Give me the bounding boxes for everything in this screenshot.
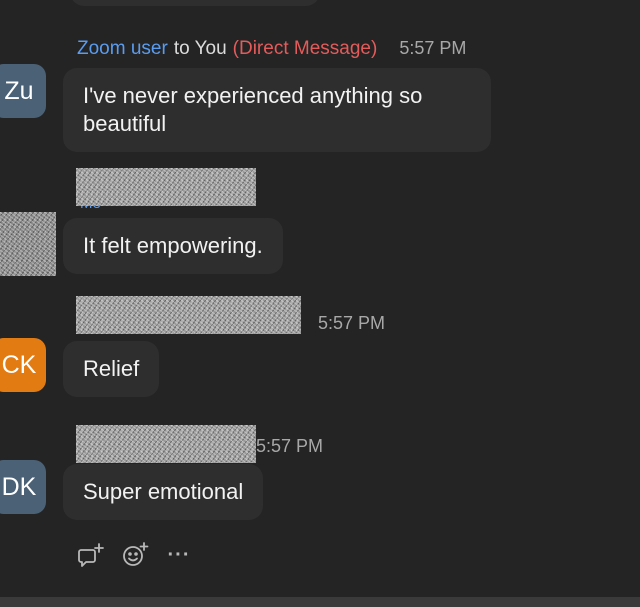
message-text: It felt empowering.: [83, 233, 263, 258]
message-text: beautiful: [83, 111, 167, 136]
add-reaction-icon[interactable]: [120, 540, 150, 570]
redacted-sender-name: [76, 168, 256, 206]
sender-name-link[interactable]: Zoom user: [77, 38, 168, 60]
message-timestamp: 5:57 PM: [318, 313, 386, 333]
message-header: 5:57 PM: [318, 313, 385, 334]
reply-in-thread-icon[interactable]: [76, 540, 106, 570]
message-timestamp: 5:57 PM: [256, 436, 324, 456]
message-bubble[interactable]: Relief: [63, 341, 160, 397]
message-actions: ···: [76, 540, 194, 570]
composer-divider: [0, 597, 640, 607]
message-bubble[interactable]: Super emotional: [63, 464, 264, 520]
redacted-sender-name: [76, 296, 301, 334]
redacted-sender-name: [76, 425, 256, 463]
avatar[interactable]: Zu: [0, 64, 46, 118]
avatar[interactable]: CK: [0, 338, 46, 392]
message-bubble[interactable]: It felt empowering.: [63, 218, 283, 274]
message-timestamp: 5:57 PM: [399, 38, 467, 58]
recipient-label: to You: [173, 38, 227, 59]
more-options-icon[interactable]: ···: [164, 540, 194, 570]
message-text: Super emotional: [83, 479, 244, 504]
avatar[interactable]: [0, 212, 56, 276]
message-header: 5:57 PM: [256, 436, 323, 457]
message-header: Zoom user to You (Direct Message) 5:57 P…: [77, 38, 466, 60]
message-bubble[interactable]: I've never experienced anything so beaut…: [63, 68, 491, 152]
previous-message-bubble: [70, 0, 320, 6]
direct-message-label: (Direct Message): [232, 38, 378, 59]
avatar[interactable]: DK: [0, 460, 46, 514]
message-text: Relief: [83, 356, 140, 381]
message-text: I've never experienced anything so: [83, 83, 423, 108]
